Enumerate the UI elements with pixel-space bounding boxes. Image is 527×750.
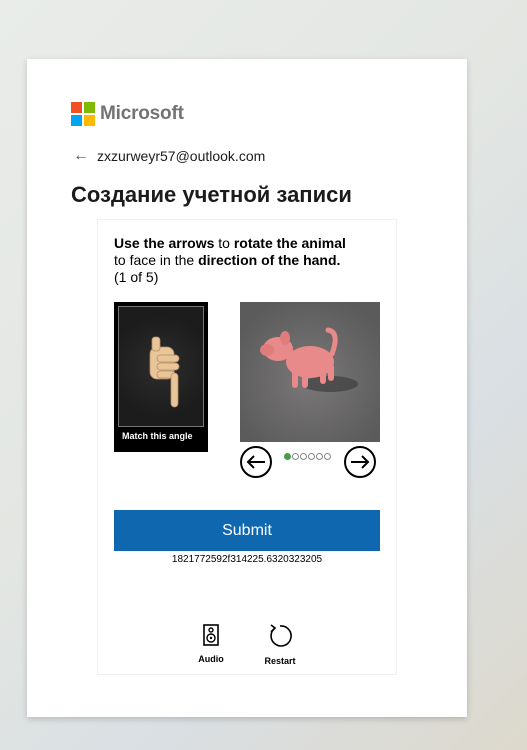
restart-icon (270, 624, 292, 647)
instruction-part2: to (214, 235, 234, 251)
instruction-part3: rotate the animal (233, 235, 346, 251)
progress-dot (308, 453, 315, 460)
account-email: zxzurweyr57@outlook.com (97, 148, 266, 164)
instruction-part4: to face in the (114, 252, 199, 268)
progress-dot (292, 453, 299, 460)
hand-image (118, 306, 204, 427)
captcha-challenge: Use the arrows to rotate the animal to f… (97, 219, 397, 675)
restart-label: Restart (264, 656, 296, 666)
progress-dots (284, 453, 338, 471)
arrow-right-icon (351, 455, 370, 469)
animal-image (240, 302, 380, 442)
brand-name: Microsoft (100, 103, 184, 124)
session-id: 1821772592f314225.6320323205 (171, 554, 323, 565)
rotate-right-button[interactable] (344, 446, 376, 478)
reference-hand-panel: Match this angle (114, 302, 208, 452)
challenge-instruction: Use the arrows to rotate the animal to f… (114, 235, 386, 286)
progress-dot (324, 453, 331, 460)
audio-button[interactable]: Audio (186, 624, 236, 664)
progress-dot (316, 453, 323, 460)
speaker-icon (203, 624, 219, 646)
instruction-part5: direction of the hand. (198, 252, 341, 268)
microsoft-logo: Microsoft (71, 102, 184, 126)
instruction-part1: Use the arrows (114, 235, 215, 251)
arrow-left-icon (246, 455, 265, 469)
challenge-progress: (1 of 5) (114, 269, 159, 285)
back-arrow-icon[interactable]: ← (73, 147, 89, 165)
audio-label: Audio (198, 654, 224, 664)
rotate-left-button[interactable] (240, 446, 272, 478)
submit-button[interactable]: Submit (114, 510, 380, 551)
page-title: Создание учетной записи (71, 182, 352, 207)
identity-banner: ← zxzurweyr57@outlook.com (73, 147, 265, 165)
progress-dot (300, 453, 307, 460)
restart-button[interactable]: Restart (255, 624, 305, 666)
microsoft-logo-icon (71, 102, 95, 126)
match-angle-caption: Match this angle (122, 431, 193, 441)
signup-card: Microsoft ← zxzurweyr57@outlook.com Созд… (27, 59, 467, 717)
progress-dot (284, 453, 291, 460)
